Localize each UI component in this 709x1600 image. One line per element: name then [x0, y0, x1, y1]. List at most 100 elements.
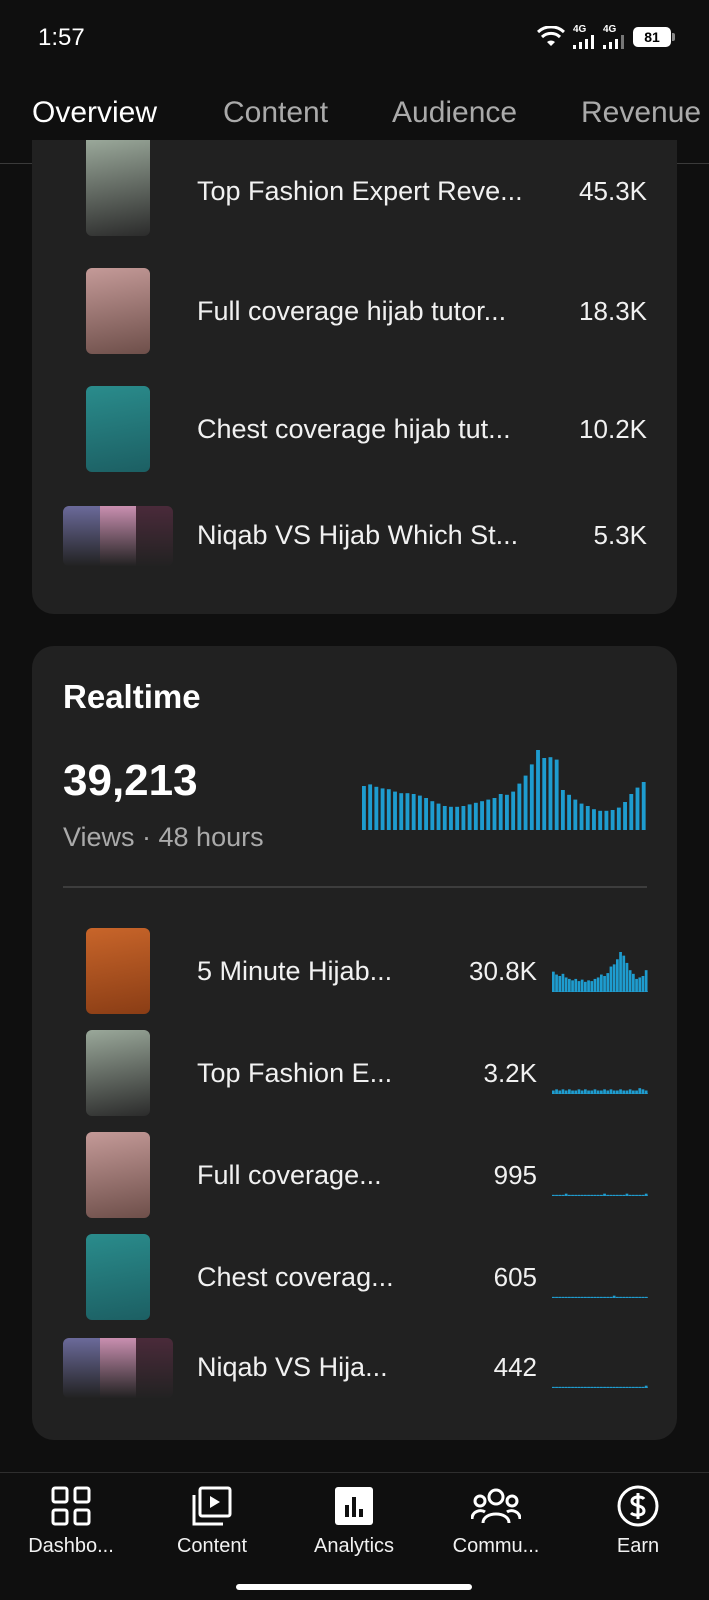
sparkline-bar: [644, 1090, 648, 1094]
nav-dashboard[interactable]: Dashbo...: [6, 1483, 136, 1558]
sparkline-bar: [596, 1296, 600, 1298]
realtime-caption: Views · 48 hours: [63, 822, 264, 852]
video-views: 10.2K: [579, 414, 647, 444]
community-icon: [431, 1483, 561, 1529]
sparkline-bar: [584, 1089, 587, 1094]
home-indicator[interactable]: [236, 1584, 472, 1590]
realtime-bar: [368, 784, 373, 830]
sparkline-bar: [603, 1089, 606, 1094]
sparkline-bar: [584, 981, 587, 992]
video-views: 3.2K: [483, 1058, 538, 1088]
realtime-bar: [405, 793, 410, 830]
sparkline-bar: [632, 1194, 635, 1196]
sparkline-bar: [593, 1194, 597, 1196]
sparkline-bar: [552, 1090, 555, 1094]
nav-label: Dashbo...: [28, 1535, 114, 1557]
realtime-bar: [455, 806, 460, 830]
realtime-card[interactable]: Realtime 39,213 Views · 48 hours 5 Minut…: [32, 646, 677, 1440]
sparkline-bar: [632, 973, 635, 992]
realtime-bar: [523, 775, 528, 830]
sparkline-bar: [577, 1386, 581, 1388]
sparkline-bar: [619, 1296, 622, 1298]
sparkline-bar: [593, 1296, 597, 1298]
video-thumbnail: [63, 506, 173, 566]
sparkline-bar: [574, 1194, 578, 1196]
realtime-bar: [393, 791, 397, 830]
sparkline-bar: [555, 974, 558, 992]
sparkline-bar: [641, 1194, 645, 1196]
video-sparkline: [552, 952, 648, 992]
realtime-bar: [554, 759, 559, 830]
sparkline-bar: [600, 1194, 603, 1196]
realtime-bar: [536, 750, 540, 830]
nav-earn[interactable]: Earn: [573, 1483, 703, 1558]
sparkline-bar: [590, 1194, 594, 1196]
nav-label: Analytics: [313, 1535, 395, 1557]
sparkline-bar: [580, 1386, 584, 1388]
sparkline-bar: [590, 1090, 594, 1094]
nav-label: Content: [176, 1535, 248, 1557]
sparkline-bar: [568, 1386, 571, 1388]
sparkline-bar: [616, 1090, 619, 1094]
video-thumbnail: [86, 1030, 150, 1116]
realtime-bar: [386, 789, 391, 830]
realtime-bar: [362, 786, 366, 830]
video-sparkline: [552, 1385, 648, 1388]
realtime-bar: [399, 793, 404, 830]
realtime-bar: [641, 782, 646, 830]
thumbnail-panel: [63, 506, 100, 566]
sparkline-bar: [564, 1296, 568, 1298]
realtime-bar: [380, 788, 385, 830]
thumbnail-panel: [136, 506, 173, 566]
sparkline-bar: [561, 1089, 565, 1094]
sparkline-bar: [641, 1089, 645, 1094]
realtime-bar: [442, 806, 447, 830]
realtime-bar: [492, 798, 497, 830]
sparkline-bar: [616, 1194, 619, 1196]
video-sparkline: [552, 1193, 648, 1196]
sparkline-bar: [558, 1090, 562, 1094]
video-views: 30.8K: [469, 956, 537, 986]
thumbnail-panel: [63, 1338, 100, 1398]
sparkline-bar: [596, 977, 600, 992]
sparkline-bar: [558, 1386, 562, 1388]
sparkline-bar: [612, 1090, 616, 1094]
sparkline-bar: [587, 980, 590, 992]
sparkline-bar: [555, 1386, 558, 1388]
sparkline-bar: [606, 973, 610, 992]
video-title: Full coverage...: [197, 1160, 382, 1190]
nav-content[interactable]: Content: [147, 1483, 277, 1558]
video-sparkline: [552, 1295, 648, 1298]
realtime-bar: [480, 801, 484, 830]
realtime-title: Realtime: [63, 678, 201, 715]
realtime-bar: [598, 810, 603, 830]
sparkline-bar: [593, 978, 597, 992]
video-thumbnail: [86, 140, 150, 236]
sparkline-bar: [584, 1386, 587, 1388]
sparkline-bar: [609, 966, 613, 992]
sparkline-bar: [590, 1386, 594, 1388]
nav-community[interactable]: Commu...: [431, 1483, 561, 1558]
sparkline-bar: [628, 1386, 632, 1388]
realtime-bar: [424, 798, 429, 830]
sparkline-bar: [561, 1386, 565, 1388]
content-icon: [147, 1483, 277, 1529]
sparkline-bar: [625, 962, 629, 992]
sparkline-bar: [622, 1296, 626, 1298]
nav-analytics[interactable]: Analytics: [289, 1483, 419, 1558]
sparkline-bar: [644, 970, 648, 992]
sparkline-bar: [593, 1386, 597, 1388]
sparkline-bar: [577, 1296, 581, 1298]
video-title: Chest coverage hijab tut...: [197, 414, 511, 444]
sparkline-bar: [619, 952, 622, 992]
video-views: 45.3K: [579, 176, 647, 206]
nav-label: Earn: [616, 1535, 660, 1557]
sparkline-bar: [584, 1194, 587, 1196]
sparkline-bar: [574, 1090, 578, 1094]
realtime-bar: [505, 794, 509, 830]
sparkline-bar: [603, 1193, 606, 1196]
sparkline-bar: [628, 970, 632, 992]
sparkline-bar: [552, 1296, 555, 1298]
network-type-1: 4G: [573, 24, 587, 35]
sparkline-bar: [596, 1090, 600, 1094]
